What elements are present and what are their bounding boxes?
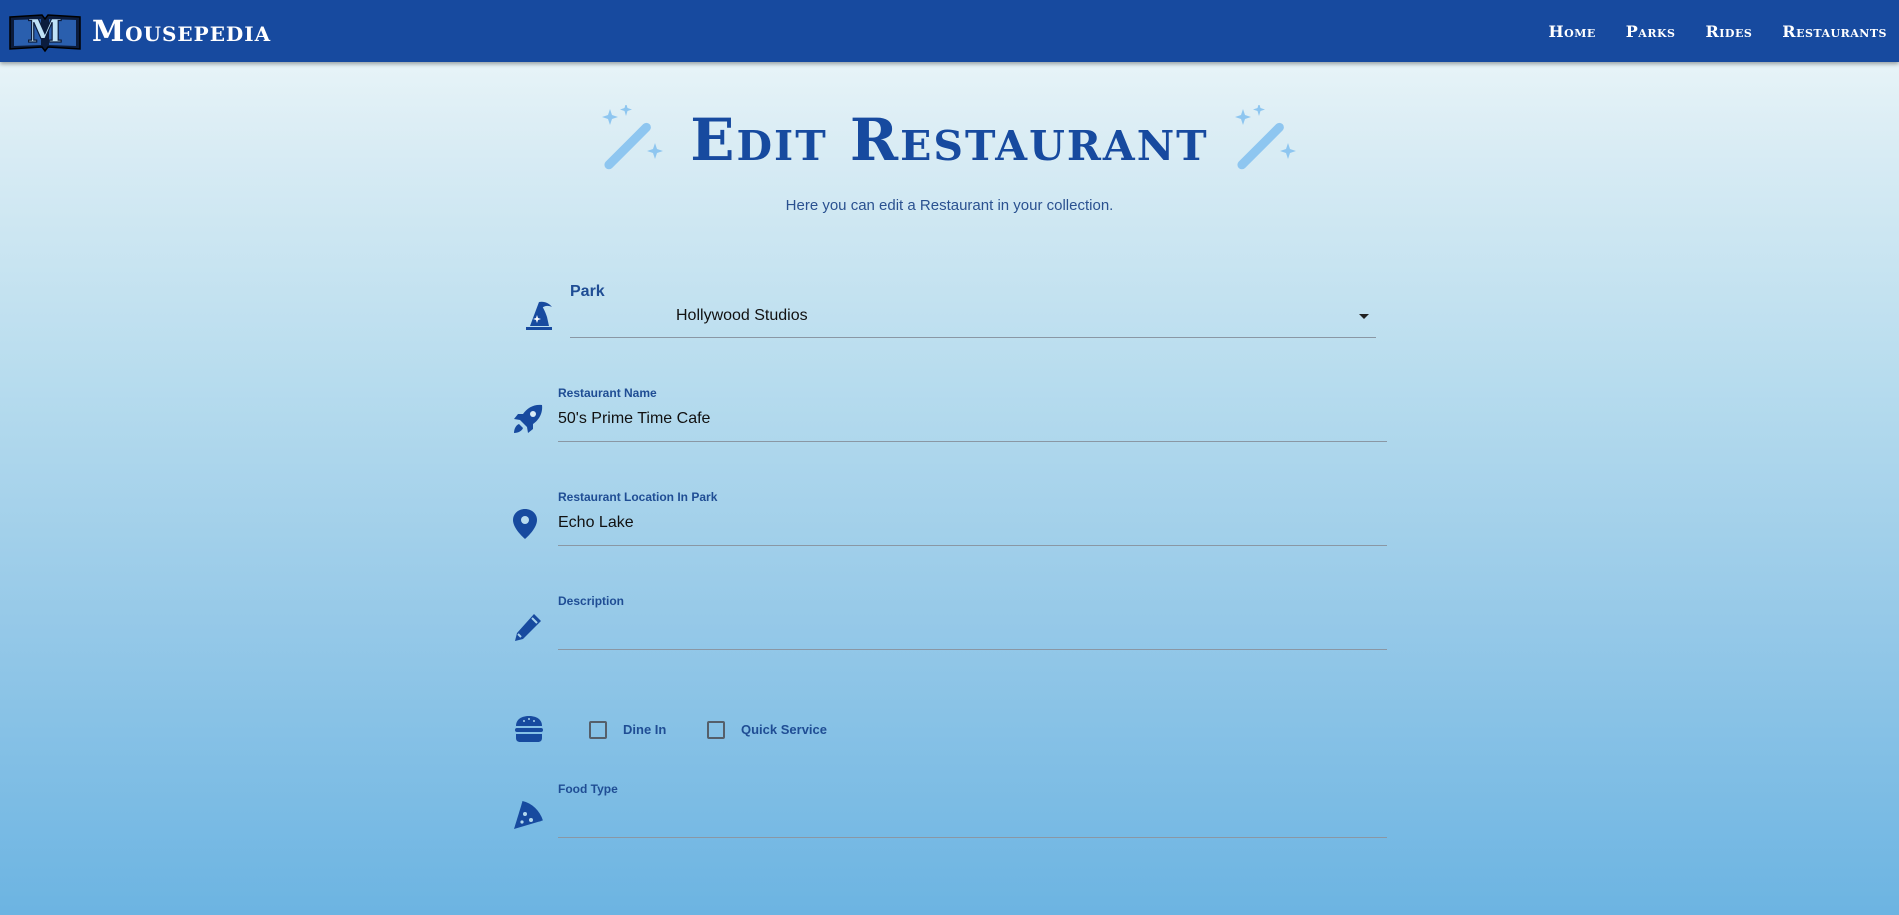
brand-name: Mousepedia: [92, 14, 272, 48]
food-type-label: Food Type: [558, 782, 618, 796]
restaurant-name-label: Restaurant Name: [558, 386, 657, 400]
wizard-hat-icon: [522, 298, 556, 332]
map-pin-icon: [508, 507, 542, 541]
page-subtitle: Here you can edit a Restaurant in your c…: [785, 197, 1114, 214]
chevron-down-icon[interactable]: [1359, 314, 1369, 319]
food-type-underline: [558, 837, 1387, 838]
magic-wand-icon: [602, 105, 664, 170]
brand-link[interactable]: M Mousepedia: [8, 9, 271, 53]
park-select[interactable]: Hollywood Studios: [676, 307, 808, 325]
nav-link-home[interactable]: Home: [1549, 22, 1596, 41]
logo-letter: M: [27, 12, 62, 50]
quick-service-checkbox[interactable]: [707, 721, 725, 739]
dine-in-label[interactable]: Dine In: [623, 722, 666, 737]
navbar: M Mousepedia Home Parks Rides Restaurant…: [0, 0, 1899, 62]
burger-icon: [512, 712, 546, 746]
dine-in-checkbox[interactable]: [589, 721, 607, 739]
nav-link-rides[interactable]: Rides: [1705, 22, 1752, 41]
pizza-icon: [511, 798, 545, 832]
logo-book-icon: M: [9, 11, 81, 53]
description-label: Description: [558, 594, 625, 608]
page-title: Edit Restaurant: [690, 106, 1209, 174]
park-select-underline: [570, 337, 1376, 338]
restaurant-name-input[interactable]: 50's Prime Time Cafe: [558, 410, 710, 428]
location-underline: [558, 545, 1387, 546]
description-underline: [558, 649, 1387, 650]
location-input[interactable]: Echo Lake: [558, 514, 634, 532]
title-row: Edit Restaurant: [0, 100, 1899, 180]
location-label: Restaurant Location In Park: [558, 490, 718, 504]
nav-links: Home Parks Rides Restaurants: [1519, 0, 1888, 62]
quick-service-label[interactable]: Quick Service: [741, 722, 827, 737]
restaurant-name-underline: [558, 441, 1387, 442]
park-label: Park: [570, 283, 605, 300]
magic-wand-icon: [1234, 105, 1296, 170]
nav-link-restaurants[interactable]: Restaurants: [1782, 22, 1887, 41]
nav-link-parks[interactable]: Parks: [1626, 22, 1676, 41]
rocket-icon: [511, 402, 545, 436]
pencil-icon: [511, 610, 545, 644]
